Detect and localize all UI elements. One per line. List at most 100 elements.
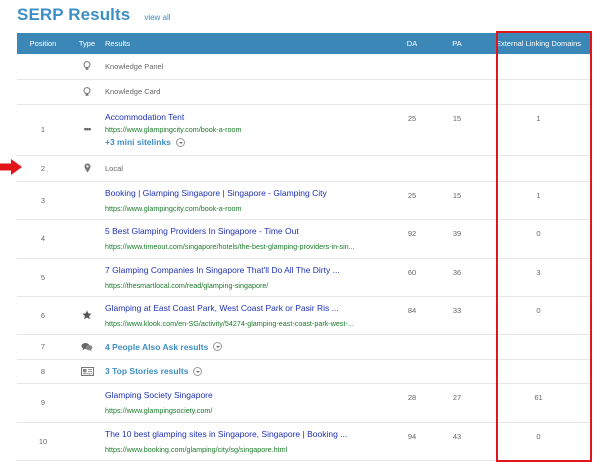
results-cell: Glamping Society Singapore https://www.g… bbox=[105, 383, 395, 423]
eld-cell bbox=[485, 54, 592, 80]
eld-cell: 61 bbox=[485, 383, 592, 423]
table-row: 4 5 Best Glamping Providers In Singapore… bbox=[17, 219, 592, 259]
da-cell: 94 bbox=[395, 422, 429, 461]
da-cell: 84 bbox=[395, 296, 429, 335]
table-header-row: Position Type Results DA PA External Lin… bbox=[17, 33, 592, 54]
position-cell: 1 bbox=[17, 104, 69, 156]
position-cell: 2 bbox=[17, 155, 69, 182]
people-also-ask-label: 4 People Also Ask results bbox=[105, 341, 209, 352]
results-cell: Knowledge Panel bbox=[105, 54, 395, 80]
position-cell: 8 bbox=[17, 359, 69, 384]
serp-feature-label: Local bbox=[105, 163, 123, 173]
result-url: https://www.glampingcity.com/book-a-room bbox=[105, 203, 242, 213]
result-title-link[interactable]: Booking | Glamping Singapore | Singapore… bbox=[105, 188, 395, 198]
result-url: https://www.glampingcity.com/book-a-room bbox=[105, 125, 242, 134]
pa-cell: 36 bbox=[429, 258, 485, 297]
type-cell bbox=[69, 422, 105, 461]
position-cell: 6 bbox=[17, 296, 69, 335]
results-cell: 7 Glamping Companies In Singapore That'l… bbox=[105, 258, 395, 297]
table-row: 10 The 10 best glamping sites in Singapo… bbox=[17, 422, 592, 461]
page-title: SERP Results bbox=[17, 5, 131, 24]
type-cell bbox=[69, 54, 105, 80]
more-dots-icon: ••• bbox=[83, 124, 92, 134]
table-row: 7 4 People Also Ask results bbox=[17, 334, 592, 360]
position-cell: 5 bbox=[17, 258, 69, 297]
da-cell bbox=[395, 79, 429, 105]
result-url: https://www.timeout.com/singapore/hotels… bbox=[105, 242, 355, 251]
table-row: 5 7 Glamping Companies In Singapore That… bbox=[17, 258, 592, 297]
position-cell: 4 bbox=[17, 219, 69, 259]
lightbulb-icon bbox=[83, 61, 91, 71]
table-row: 9 Glamping Society Singapore https://www… bbox=[17, 383, 592, 423]
position-cell bbox=[17, 54, 69, 80]
pa-cell bbox=[429, 79, 485, 105]
lightbulb-icon bbox=[83, 86, 91, 96]
pa-cell: 27 bbox=[429, 383, 485, 423]
type-cell bbox=[69, 334, 105, 360]
news-icon bbox=[80, 366, 94, 376]
result-url: https://www.booking.com/glamping/city/sg… bbox=[105, 444, 288, 454]
da-cell bbox=[395, 359, 429, 384]
table-row: 6 Glamping at East Coast Park, West Coas… bbox=[17, 296, 592, 335]
serp-feature-label: Knowledge Card bbox=[105, 87, 161, 96]
star-icon bbox=[82, 310, 92, 320]
people-also-ask-toggle[interactable]: 4 People Also Ask results bbox=[105, 341, 223, 352]
da-cell bbox=[395, 334, 429, 360]
da-cell: 25 bbox=[395, 104, 429, 156]
pa-cell: 39 bbox=[429, 219, 485, 259]
results-cell: Local bbox=[105, 155, 395, 182]
eld-cell bbox=[485, 334, 592, 360]
result-title-link[interactable]: Glamping at East Coast Park, West Coast … bbox=[105, 303, 395, 313]
map-pin-icon bbox=[84, 163, 90, 173]
eld-cell: 0 bbox=[485, 219, 592, 259]
page-header: SERP Results view all bbox=[17, 5, 171, 27]
column-header-da[interactable]: DA bbox=[395, 33, 429, 54]
results-cell: 3 Top Stories results bbox=[105, 359, 395, 384]
eld-cell bbox=[485, 359, 592, 384]
result-title-link[interactable]: 5 Best Glamping Providers In Singapore -… bbox=[105, 226, 395, 236]
top-stories-toggle[interactable]: 3 Top Stories results bbox=[105, 366, 203, 376]
results-cell: 4 People Also Ask results bbox=[105, 334, 395, 360]
table-row: 3 Booking | Glamping Singapore | Singapo… bbox=[17, 181, 592, 220]
type-cell bbox=[69, 383, 105, 423]
column-header-results[interactable]: Results bbox=[105, 33, 395, 54]
da-cell: 25 bbox=[395, 181, 429, 220]
position-cell bbox=[17, 79, 69, 105]
column-header-pa[interactable]: PA bbox=[429, 33, 485, 54]
type-cell: ••• bbox=[69, 104, 105, 156]
top-stories-label: 3 Top Stories results bbox=[105, 366, 189, 376]
red-arrow-icon bbox=[0, 159, 22, 175]
chevron-down-icon bbox=[193, 366, 203, 376]
eld-cell bbox=[485, 79, 592, 105]
view-all-link[interactable]: view all bbox=[144, 13, 170, 22]
chevron-down-icon bbox=[175, 137, 185, 147]
serp-results-table: Position Type Results DA PA External Lin… bbox=[17, 33, 592, 461]
position-cell: 9 bbox=[17, 383, 69, 423]
result-url: https://www.klook.com/en-SG/activity/542… bbox=[105, 318, 354, 328]
result-title-link[interactable]: The 10 best glamping sites in Singapore,… bbox=[105, 429, 395, 439]
column-header-external-linking-domains[interactable]: External Linking Domains bbox=[485, 33, 592, 54]
pa-cell: 33 bbox=[429, 296, 485, 335]
column-header-type[interactable]: Type bbox=[69, 33, 105, 54]
serp-feature-label: Knowledge Panel bbox=[105, 61, 164, 71]
results-cell: The 10 best glamping sites in Singapore,… bbox=[105, 422, 395, 461]
result-title-link[interactable]: Accommodation Tent bbox=[105, 112, 395, 122]
column-header-position[interactable]: Position bbox=[17, 33, 69, 54]
da-cell: 60 bbox=[395, 258, 429, 297]
pa-cell bbox=[429, 334, 485, 360]
pa-cell: 15 bbox=[429, 104, 485, 156]
mini-sitelinks-toggle[interactable]: +3 mini sitelinks bbox=[105, 137, 185, 147]
result-title-link[interactable]: 7 Glamping Companies In Singapore That'l… bbox=[105, 265, 395, 275]
pa-cell: 43 bbox=[429, 422, 485, 461]
eld-cell: 3 bbox=[485, 258, 592, 297]
type-cell bbox=[69, 219, 105, 259]
result-url: https://thesmartlocal.com/read/glamping-… bbox=[105, 280, 269, 290]
eld-cell bbox=[485, 155, 592, 182]
result-title-link[interactable]: Glamping Society Singapore bbox=[105, 390, 395, 400]
results-cell: Knowledge Card bbox=[105, 79, 395, 105]
type-cell bbox=[69, 79, 105, 105]
pa-cell bbox=[429, 155, 485, 182]
position-cell: 3 bbox=[17, 181, 69, 220]
results-cell: Booking | Glamping Singapore | Singapore… bbox=[105, 181, 395, 220]
pa-cell bbox=[429, 359, 485, 384]
